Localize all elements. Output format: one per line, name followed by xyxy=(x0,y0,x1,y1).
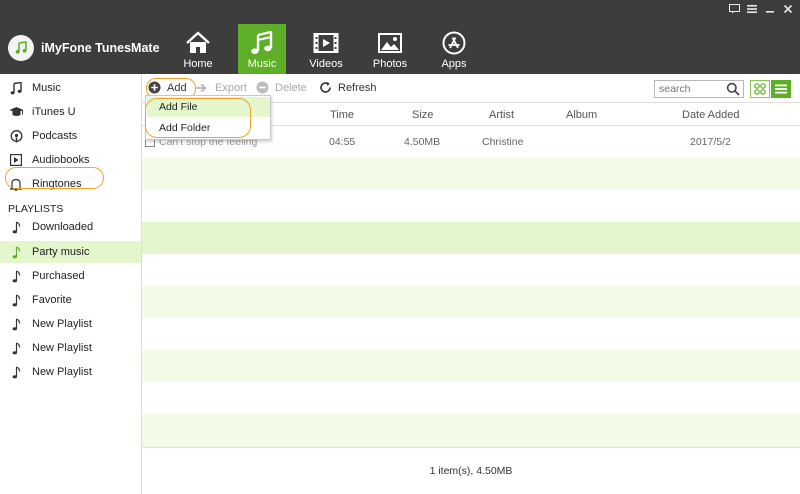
sidebar-playlist-new-3[interactable]: New Playlist xyxy=(0,361,141,383)
status-bar: 1 item(s), 4.50MB xyxy=(142,447,800,494)
minus-circle-icon xyxy=(256,81,269,94)
tab-home-label: Home xyxy=(183,58,213,70)
export-label: Export xyxy=(215,81,247,94)
tab-music[interactable]: Music xyxy=(238,24,286,74)
refresh-button[interactable]: Refresh xyxy=(319,81,377,94)
song-size: 4.50MB xyxy=(404,136,441,148)
dropdown-highlight-ring xyxy=(145,98,251,138)
empty-row xyxy=(142,382,800,414)
sidebar-item-label: New Playlist xyxy=(32,318,92,330)
list-view-button[interactable] xyxy=(771,80,791,98)
column-header-date-added[interactable]: Date Added xyxy=(682,109,740,121)
note-icon xyxy=(8,292,24,308)
sidebar-item-label: Audiobooks xyxy=(32,154,90,166)
sidebar-playlist-new-2[interactable]: New Playlist xyxy=(0,337,141,359)
audiobook-icon xyxy=(8,152,24,168)
music-note-icon xyxy=(251,31,273,54)
main-nav: Home Music Videos Photos Apps xyxy=(174,24,478,74)
sidebar-playlist-downloaded[interactable]: Downloaded xyxy=(0,216,141,238)
note-icon xyxy=(8,316,24,332)
tab-home[interactable]: Home xyxy=(174,24,222,74)
list-view-icon xyxy=(775,84,787,94)
empty-row xyxy=(142,158,800,190)
sidebar-playlist-purchased[interactable]: Purchased xyxy=(0,265,141,287)
home-icon xyxy=(186,31,210,53)
tab-photos[interactable]: Photos xyxy=(366,24,414,74)
export-button[interactable]: Export xyxy=(196,81,247,94)
sidebar-playlist-favorite[interactable]: Favorite xyxy=(0,289,141,311)
grid-view-button[interactable] xyxy=(750,80,770,98)
sidebar-item-label: Purchased xyxy=(32,270,85,282)
app-title: iMyFone TunesMate xyxy=(41,41,160,55)
sidebar-playlist-party-music[interactable]: Party music xyxy=(0,241,141,263)
column-header-time[interactable]: Time xyxy=(330,109,354,121)
sidebar-item-podcasts[interactable]: Podcasts xyxy=(0,125,141,147)
note-icon xyxy=(8,364,24,380)
song-artist: Christine xyxy=(482,136,524,148)
empty-row xyxy=(142,414,800,447)
column-header-album[interactable]: Album xyxy=(566,109,597,121)
sidebar-item-label: Party music xyxy=(32,246,90,258)
note-icon xyxy=(8,268,24,284)
feedback-icon[interactable] xyxy=(728,4,740,17)
menu-icon[interactable] xyxy=(746,4,758,17)
sidebar-item-music[interactable]: Music xyxy=(0,77,141,99)
music-note-icon xyxy=(8,80,24,96)
song-table: Time Size Artist Album Date Added Can't … xyxy=(142,102,800,447)
podcast-icon xyxy=(8,128,24,144)
close-icon[interactable] xyxy=(782,4,794,17)
graduation-cap-icon xyxy=(8,104,24,120)
grid-view-icon xyxy=(754,83,766,95)
film-icon xyxy=(313,33,339,53)
tab-videos[interactable]: Videos xyxy=(302,24,350,74)
app-logo-icon xyxy=(8,35,34,61)
empty-row xyxy=(142,286,800,318)
app-header: iMyFone TunesMate Home Music Videos Phot… xyxy=(0,0,800,74)
sidebar-item-label: Podcasts xyxy=(32,130,78,142)
sidebar-item-itunes-u[interactable]: iTunes U xyxy=(0,101,141,123)
status-text: 1 item(s), 4.50MB xyxy=(429,465,513,477)
photo-icon xyxy=(378,33,402,53)
song-time: 04:55 xyxy=(329,136,356,148)
empty-row xyxy=(142,190,800,222)
app-store-icon xyxy=(442,31,466,55)
delete-label: Delete xyxy=(275,81,307,94)
empty-row xyxy=(142,222,800,254)
sidebar-item-label: Music xyxy=(32,82,61,94)
song-date-added: 2017/5/2 xyxy=(690,136,731,148)
empty-row xyxy=(142,254,800,286)
tab-photos-label: Photos xyxy=(372,58,408,70)
empty-row xyxy=(142,318,800,350)
sidebar-item-label: New Playlist xyxy=(32,366,92,378)
sidebar-item-label: New Playlist xyxy=(32,342,92,354)
tab-videos-label: Videos xyxy=(309,58,343,70)
note-icon xyxy=(8,244,24,260)
column-header-artist[interactable]: Artist xyxy=(489,109,514,121)
tab-apps[interactable]: Apps xyxy=(430,24,478,74)
minimize-icon[interactable] xyxy=(764,4,776,17)
export-arrow-icon xyxy=(196,81,209,94)
tab-apps-label: Apps xyxy=(441,58,467,70)
delete-button[interactable]: Delete xyxy=(256,81,307,94)
sidebar-playlist-new-1[interactable]: New Playlist xyxy=(0,313,141,335)
window-controls xyxy=(728,4,794,17)
column-header-size[interactable]: Size xyxy=(412,109,433,121)
note-icon xyxy=(8,340,24,356)
playlists-header: PLAYLISTS xyxy=(8,203,64,215)
refresh-icon xyxy=(319,81,332,94)
party-music-highlight-ring xyxy=(5,167,104,189)
empty-row xyxy=(142,350,800,382)
sidebar: Music iTunes U Podcasts Audiobooks Ringt… xyxy=(0,74,142,494)
sidebar-item-label: iTunes U xyxy=(32,106,76,118)
search-input[interactable] xyxy=(655,81,725,97)
refresh-label: Refresh xyxy=(338,81,377,94)
sidebar-item-label: Favorite xyxy=(32,294,72,306)
search-box[interactable] xyxy=(654,80,744,98)
tab-music-label: Music xyxy=(247,58,277,70)
sidebar-item-label: Downloaded xyxy=(32,221,94,233)
note-icon xyxy=(8,219,24,235)
search-icon[interactable] xyxy=(726,82,740,96)
